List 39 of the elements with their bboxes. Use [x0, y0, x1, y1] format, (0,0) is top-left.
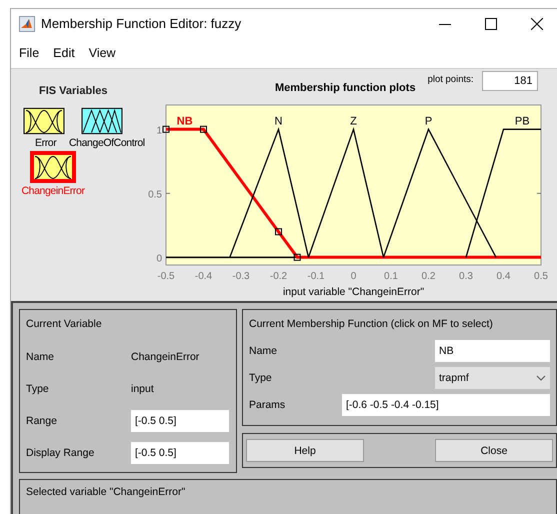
- variable-label: ChangeinError: [21, 185, 85, 197]
- window-title: Membership Function Editor: fuzzy: [41, 16, 242, 31]
- x-tick-label: 0: [350, 271, 356, 282]
- range-label: Range: [26, 415, 58, 427]
- x-axis-label: input variable "ChangeinError": [282, 286, 424, 298]
- fis-variables-title: FIS Variables: [39, 85, 108, 97]
- status-message: Selected variable "ChangeinError": [26, 486, 186, 498]
- x-tick-label: 0.2: [422, 271, 436, 282]
- y-tick-label: 1: [156, 125, 162, 136]
- x-tick-label: 0.3: [459, 271, 473, 282]
- type-label: Type: [249, 372, 272, 384]
- x-tick-label: -0.5: [157, 271, 175, 282]
- curve-label: P: [424, 115, 432, 128]
- name-label: Name: [249, 345, 278, 357]
- panel-title: Current Variable: [26, 318, 103, 330]
- x-tick-label: -0.4: [194, 271, 212, 282]
- display-range-label: Display Range: [26, 447, 96, 459]
- params-label: Params: [249, 399, 286, 411]
- curve-label: NB: [176, 115, 193, 128]
- curve-label: Z: [350, 115, 357, 128]
- x-tick-label: -0.3: [232, 271, 250, 282]
- variable-type: input: [131, 383, 154, 395]
- name-label: Name: [26, 351, 56, 363]
- panel-title: Current Membership Function (click on MF to select): [249, 318, 494, 330]
- plot-points-label: plot points:: [428, 74, 474, 84]
- x-tick-label: 0.5: [534, 271, 548, 282]
- type-label: Type: [26, 383, 50, 395]
- x-tick-label: -0.1: [307, 271, 325, 282]
- variable-label: Error: [35, 137, 56, 149]
- plot-title: Membership function plots: [275, 82, 416, 94]
- x-tick-label: 0.4: [496, 271, 510, 282]
- y-tick-label: 0: [156, 253, 162, 264]
- y-tick-label: 0.5: [148, 189, 162, 200]
- curve-label: N: [274, 115, 282, 128]
- variable-label: ChangeOfControl: [69, 137, 145, 149]
- x-tick-label: 0.1: [384, 271, 398, 282]
- curve-label: PB: [514, 115, 530, 128]
- x-tick-label: -0.2: [270, 271, 288, 282]
- variable-name: ChangeinError: [131, 351, 200, 363]
